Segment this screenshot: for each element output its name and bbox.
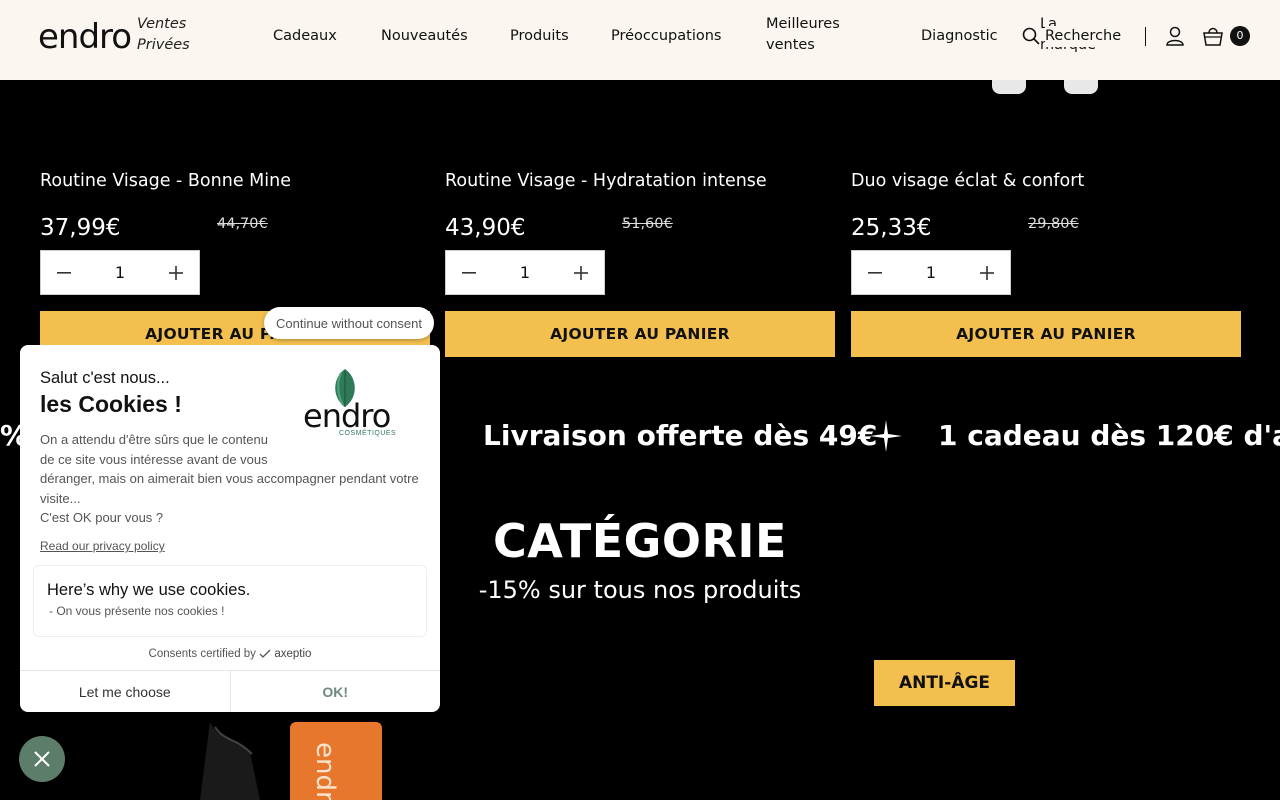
product-old-price: 51,60€	[622, 216, 673, 232]
nav-preoccupations[interactable]: Préoccupations	[611, 26, 721, 47]
consent-certified-text: Consents certified by axeptio	[20, 648, 440, 660]
hand-image	[190, 712, 260, 800]
axeptio-icon	[259, 650, 271, 659]
sparkle-icon	[870, 420, 902, 456]
tube-brand-text: endro	[310, 742, 340, 800]
product-name[interactable]: Routine Visage - Hydratation intense	[445, 165, 835, 197]
search-label[interactable]: Recherche	[1045, 26, 1122, 47]
site-header: endro Ventes Privées Cadeaux Nouveautés …	[0, 0, 1280, 80]
increase-button[interactable]	[964, 251, 1010, 294]
search-icon[interactable]	[1022, 27, 1040, 49]
ventes-privees-label: Ventes Privées	[137, 16, 190, 53]
let-me-choose-button[interactable]: Let me choose	[20, 671, 231, 712]
quantity-value[interactable]: 1	[115, 263, 125, 282]
product-old-price: 29,80€	[1028, 216, 1079, 232]
product-card: Routine Visage - Hydratation intense 43,…	[445, 165, 835, 357]
user-icon[interactable]	[1165, 26, 1185, 50]
quantity-value[interactable]: 1	[520, 263, 530, 282]
quantity-stepper: 1	[40, 250, 200, 295]
nav-produits[interactable]: Produits	[510, 26, 569, 47]
product-name[interactable]: Routine Visage - Bonne Mine	[40, 165, 430, 197]
cookie-reasons-box[interactable]: Here’s why we use cookies. - On vous pré…	[33, 565, 427, 637]
quantity-stepper: 1	[851, 250, 1011, 295]
cookie-actions: Let me choose OK!	[20, 670, 440, 712]
product-image	[1064, 80, 1098, 94]
marquee-item: 1 cadeau dès 120€ d'ach	[938, 419, 1280, 452]
product-old-price: 44,70€	[217, 216, 268, 232]
cookie-reasons-title: Here’s why we use cookies.	[47, 581, 251, 599]
cart-icon[interactable]	[1202, 25, 1224, 51]
nav-cadeaux[interactable]: Cadeaux	[273, 26, 337, 47]
product-price: 37,99€	[40, 215, 121, 241]
ok-button[interactable]: OK!	[231, 671, 441, 712]
cookie-text: On a attendu d'être sûrs que le contenu …	[40, 430, 430, 528]
certified-label: Consents certified by	[148, 648, 256, 660]
nav-diagnostic[interactable]: Diagnostic	[921, 26, 998, 47]
cookie-text-1: On a attendu d'être sûrs que le contenu …	[40, 432, 268, 467]
anti-age-button[interactable]: ANTI-ÂGE	[874, 660, 1015, 706]
cookie-text-3: C'est OK pour vous ?	[40, 510, 164, 525]
cart-count-badge: 0	[1230, 26, 1250, 46]
quantity-value[interactable]: 1	[926, 263, 936, 282]
nav-meilleures-ventes[interactable]: Meilleures ventes	[766, 14, 846, 56]
privacy-policy-link[interactable]: Read our privacy policy	[40, 539, 165, 553]
decrease-button[interactable]	[41, 251, 87, 294]
decrease-button[interactable]	[852, 251, 898, 294]
axeptio-brand: axeptio	[274, 648, 312, 660]
header-divider	[1145, 27, 1146, 46]
nav-nouveautes[interactable]: Nouveautés	[381, 26, 468, 47]
add-to-cart-button[interactable]: AJOUTER AU PANIER	[851, 311, 1241, 357]
endro-logo[interactable]: endro	[38, 20, 132, 56]
product-card: Routine Visage - Bonne Mine 37,99€ 44,70…	[40, 165, 430, 357]
marquee-item: Livraison offerte dès 49€	[483, 419, 878, 452]
logo-text: endro	[38, 17, 132, 57]
quantity-stepper: 1	[445, 250, 605, 295]
close-cookie-button[interactable]	[19, 736, 65, 782]
product-name[interactable]: Duo visage éclat & confort	[851, 165, 1241, 197]
product-price: 43,90€	[445, 215, 526, 241]
product-card: Duo visage éclat & confort 25,33€ 29,80€…	[851, 165, 1241, 357]
add-to-cart-button[interactable]: AJOUTER AU PANIER	[445, 311, 835, 357]
ventes-privees-link[interactable]: Ventes Privées	[137, 14, 197, 56]
cookie-title: les Cookies !	[40, 391, 182, 417]
product-image	[992, 80, 1026, 94]
cookie-banner: Salut c'est nous... les Cookies ! endro …	[20, 345, 440, 712]
continue-without-consent-button[interactable]: Continue without consent	[264, 307, 434, 339]
close-icon	[34, 751, 50, 767]
product-price: 25,33€	[851, 215, 932, 241]
cookie-text-2: déranger, mais on aimerait bien vous acc…	[40, 471, 419, 506]
cookie-greeting: Salut c'est nous...	[40, 369, 170, 387]
increase-button[interactable]	[153, 251, 199, 294]
decrease-button[interactable]	[446, 251, 492, 294]
increase-button[interactable]	[558, 251, 604, 294]
cookie-reasons-subtitle: - On vous présente nos cookies !	[49, 604, 225, 618]
